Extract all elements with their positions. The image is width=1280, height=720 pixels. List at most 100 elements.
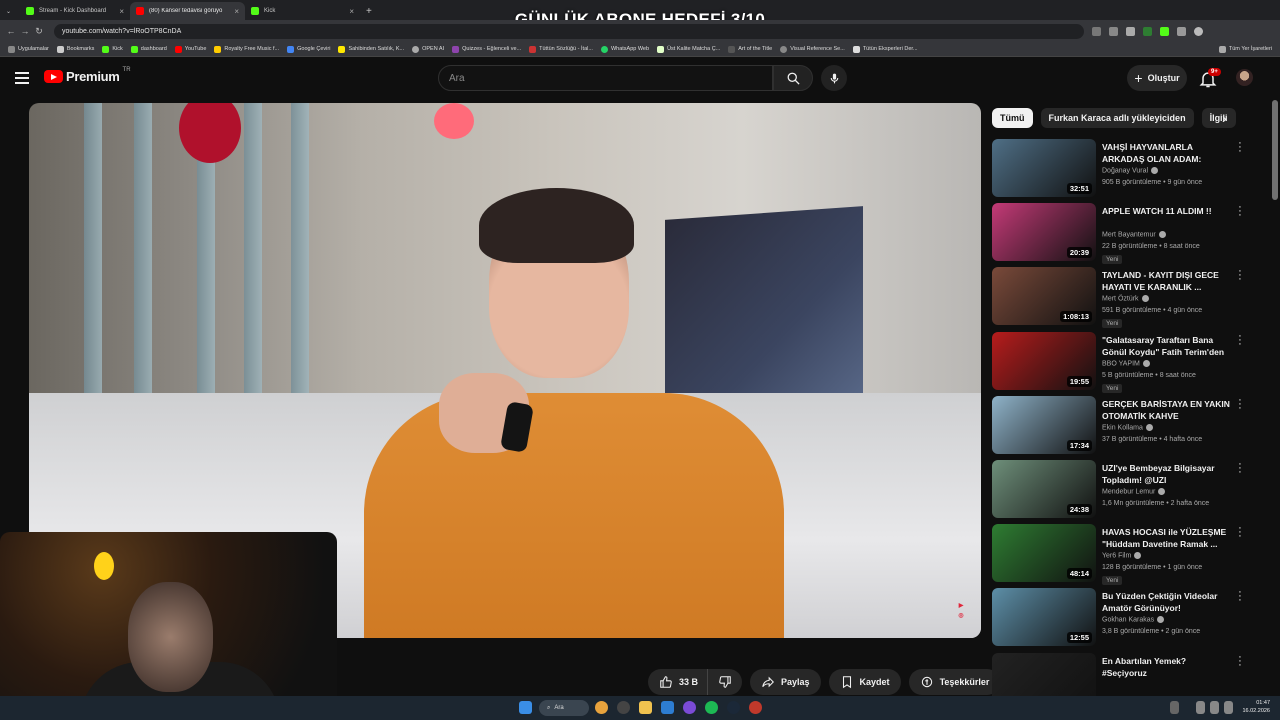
more-vertical-icon[interactable]: · · · — [1236, 459, 1244, 478]
more-vertical-icon[interactable]: · · · — [1236, 331, 1244, 350]
more-vertical-icon[interactable]: · · · — [1236, 523, 1244, 542]
video-title[interactable]: VAHŞİ HAYVANLARLA ARKADAŞ OLAN ADAM: ÇOB… — [1102, 141, 1232, 165]
recommendation-item[interactable]: 1:08:13 TAYLAND - KAYIT DIŞI GECE HAYATI … — [992, 266, 1254, 328]
more-vertical-icon[interactable]: · · · — [1236, 138, 1244, 157]
more-vertical-icon[interactable]: · · · — [1236, 202, 1244, 221]
cast-icon[interactable] — [1109, 26, 1118, 36]
extension-icon[interactable] — [1143, 26, 1152, 36]
bookmark-item[interactable]: Art of the Title — [728, 45, 772, 53]
network-icon[interactable] — [1196, 701, 1205, 714]
chip-all[interactable]: Tümü — [992, 108, 1033, 128]
youtube-premium-logo[interactable]: Premium TR — [44, 67, 131, 84]
bookmark-item[interactable]: Google Çeviri — [287, 45, 330, 53]
recommendation-item[interactable]: 20:39 APPLE WATCH 11 ALDIM !! Mert Bayante… — [992, 202, 1254, 264]
bookmark-item[interactable]: YouTube — [174, 45, 206, 53]
all-bookmarks-folder[interactable]: Tüm Yer İşaretleri — [1218, 45, 1272, 53]
video-title[interactable]: APPLE WATCH 11 ALDIM !! — [1102, 205, 1232, 217]
app-icon[interactable] — [683, 701, 696, 714]
more-vertical-icon[interactable]: · · · — [1236, 395, 1244, 414]
create-button[interactable]: + Oluştur — [1127, 65, 1187, 91]
recommendation-item[interactable]: 24:38 UZI'ye Bembeyaz Bilgisayar Topladım… — [992, 459, 1254, 520]
steam-icon[interactable] — [727, 701, 740, 714]
app-icon[interactable] — [749, 701, 762, 714]
video-thumbnail[interactable]: 48:14 — [992, 524, 1096, 582]
bookmark-item[interactable]: Kick — [102, 45, 123, 53]
thanks-button[interactable]: Teşekkürler — [908, 669, 1001, 695]
channel-name[interactable]: Ekin Kollama — [1102, 424, 1153, 431]
chevron-right-icon[interactable]: › — [1222, 110, 1227, 126]
video-title[interactable]: Bu Yüzden Çektiğin Videolar Amatör Görün… — [1102, 590, 1232, 614]
search-button[interactable] — [773, 65, 813, 91]
video-title[interactable]: En Abartılan Yemek? #Seçiyoruz — [1102, 655, 1232, 679]
bookmark-item[interactable]: Uygulamalar — [8, 45, 49, 53]
reload-icon[interactable]: ↻ — [32, 26, 46, 37]
zoom-icon[interactable] — [1092, 26, 1101, 36]
forward-icon[interactable]: → — [18, 26, 32, 36]
search-input[interactable]: Ara — [438, 65, 773, 91]
extensions-puzzle-icon[interactable] — [1177, 26, 1186, 36]
bookmark-item[interactable]: Tüttün Sözlüğü - İtal... — [529, 45, 593, 53]
video-title[interactable]: HAVAS HOCASI ile YÜZLEŞME "Hüddam Daveti… — [1102, 526, 1232, 550]
recommendation-item[interactable]: 12:55 Bu Yüzden Çektiğin Videolar Amatör … — [992, 587, 1254, 648]
app-icon[interactable] — [661, 701, 674, 714]
channel-name[interactable]: Mert Bayantemur — [1102, 231, 1166, 238]
video-thumbnail[interactable]: 32:51 — [992, 139, 1096, 197]
channel-name[interactable]: Mert Öztürk — [1102, 295, 1149, 302]
spotify-icon[interactable] — [705, 701, 718, 714]
video-title[interactable]: TAYLAND - KAYIT DIŞI GECE HAYATI VE KARA… — [1102, 269, 1232, 293]
video-thumbnail[interactable]: 17:34 — [992, 396, 1096, 454]
back-icon[interactable]: ← — [4, 26, 18, 36]
video-title[interactable]: GERÇEK BARİSTAYA EN YAKIN OTOMATİK KAHVE… — [1102, 398, 1232, 422]
more-vertical-icon[interactable]: · · · — [1236, 266, 1244, 285]
file-explorer-icon[interactable] — [639, 701, 652, 714]
recommendation-item[interactable]: 19:55 "Galatasaray Taraftarı Bana Gönül K… — [992, 331, 1254, 393]
channel-name[interactable]: BBO YAPIM — [1102, 360, 1150, 367]
extension-icon[interactable] — [1160, 26, 1169, 36]
bookmark-item[interactable]: Royalty Free Music f... — [214, 45, 279, 53]
taskbar-search[interactable]: ⌕ Ara — [539, 700, 589, 716]
channel-name[interactable]: Gokhan Karakas — [1102, 616, 1165, 623]
bookmark-item[interactable]: Quizzes - Eğlenceli ve... — [452, 45, 521, 53]
bookmark-item[interactable]: Visual Reference Se... — [780, 45, 845, 53]
recommendation-item[interactable]: 17:34 GERÇEK BARİSTAYA EN YAKIN OTOMATİK … — [992, 395, 1254, 456]
hamburger-menu-icon[interactable] — [15, 72, 29, 84]
video-title[interactable]: UZI'ye Bembeyaz Bilgisayar Topladım! @UZ… — [1102, 462, 1232, 486]
share-button[interactable]: Paylaş — [750, 669, 821, 695]
bookmark-item[interactable]: OPEN AI — [412, 45, 444, 53]
dislike-button[interactable] — [707, 669, 743, 695]
tray-chevron-icon[interactable] — [1170, 701, 1179, 714]
volume-icon[interactable] — [1210, 701, 1219, 714]
voice-search-button[interactable] — [821, 65, 847, 91]
windows-start-icon[interactable] — [519, 701, 532, 714]
system-clock[interactable]: 01:47 16.02.2026 — [1242, 699, 1270, 715]
recommendation-item[interactable]: 32:51 VAHŞİ HAYVANLARLA ARKADAŞ OLAN ADAM… — [992, 138, 1254, 199]
bookmark-item[interactable]: dashboard — [130, 45, 167, 53]
more-vertical-icon[interactable]: · · · — [1236, 587, 1244, 606]
recommendation-item[interactable]: 48:14 HAVAS HOCASI ile YÜZLEŞME "Hüddam D… — [992, 523, 1254, 585]
bookmark-item[interactable]: Bookmarks — [56, 45, 94, 53]
chip-from-uploader[interactable]: Furkan Karaca adlı yükleyiciden — [1040, 108, 1194, 128]
bookmark-star-icon[interactable] — [1126, 26, 1135, 36]
save-button[interactable]: Kaydet — [828, 669, 901, 695]
battery-icon[interactable] — [1224, 701, 1233, 714]
bookmark-item[interactable]: WhatsApp Web — [600, 45, 649, 53]
bookmark-item[interactable]: Sahibinden Satılık, K... — [338, 45, 404, 53]
bookmark-item[interactable]: Tütün Eksperleri Der... — [852, 45, 918, 53]
chrome-icon[interactable] — [595, 701, 608, 714]
video-thumbnail[interactable]: 20:39 — [992, 203, 1096, 261]
url-field[interactable]: youtube.com/watch?v=lRoOTP8CnDA — [54, 23, 1084, 39]
video-thumbnail[interactable]: 24:38 — [992, 460, 1096, 518]
channel-name[interactable]: Mendebur Lemur — [1102, 488, 1166, 495]
video-title[interactable]: "Galatasaray Taraftarı Bana Gönül Koydu"… — [1102, 334, 1232, 358]
obs-icon[interactable] — [617, 701, 630, 714]
account-avatar[interactable] — [1236, 69, 1253, 86]
video-thumbnail[interactable]: 12:55 — [992, 588, 1096, 646]
more-vertical-icon[interactable]: · · · — [1236, 652, 1244, 671]
chip-related[interactable]: İlgili — [1201, 108, 1236, 128]
bookmark-item[interactable]: Üst Kalite Matcha Ç... — [657, 45, 720, 53]
video-thumbnail[interactable]: 1:08:13 — [992, 267, 1096, 325]
channel-name[interactable]: Yer6 Film — [1102, 552, 1142, 559]
channel-name[interactable]: Doğanay Vural — [1102, 167, 1159, 174]
page-scrollbar[interactable] — [1272, 100, 1278, 200]
video-thumbnail[interactable]: 19:55 — [992, 332, 1096, 390]
